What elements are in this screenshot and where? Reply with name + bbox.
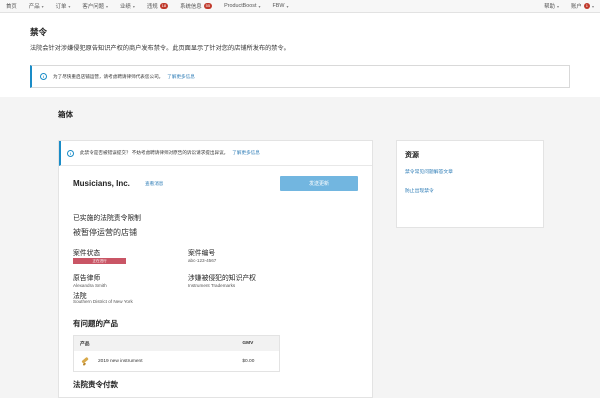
nav-item-performance[interactable]: 业绩 ▾ xyxy=(114,2,141,11)
learn-more-link[interactable]: 了解更多信息 xyxy=(232,150,260,156)
count-badge: 1 xyxy=(583,3,590,9)
lightbulb-icon: i xyxy=(67,149,74,157)
chevron-down-icon: ▾ xyxy=(68,3,71,9)
case-status-label: 案件状态 xyxy=(73,250,101,257)
nav-label: 客户问题 xyxy=(82,4,104,10)
count-badge: 18 xyxy=(159,3,169,9)
page-title: 禁令 xyxy=(30,27,48,37)
lawyer-alert: i 为了尽快重启店铺运营，请考虑聘请律师代表您公司。 了解更多信息 xyxy=(30,65,570,88)
case-number-label: 案件编号 xyxy=(188,250,216,257)
injunction-card: i 此禁令是否被错误提交？ 不妨考虑聘请律师对原告的诉讼请求提出异议。 了解更多… xyxy=(58,140,373,398)
plaintiff-lawyer-label: 原告律师 xyxy=(73,275,101,282)
page-header: 禁令 法院会针对涉嫌侵犯原告知识产权的商户发布禁令。此页面显示了针对您的店铺所发… xyxy=(0,13,600,97)
prevent-injunction-link[interactable]: 防止出现禁令 xyxy=(405,187,434,194)
table-header: 产品 GMV xyxy=(74,336,279,351)
product-cell: 2019 new instrument xyxy=(74,356,242,366)
alert-text: 为了尽快重启店铺运营，请考虑聘请律师代表您公司。 xyxy=(53,73,164,79)
ip-label: 涉嫌被侵犯的知识产权 xyxy=(188,275,256,282)
faq-link[interactable]: 禁令常见问题解答文章 xyxy=(405,168,453,175)
chevron-down-icon: ▾ xyxy=(132,3,135,9)
chevron-down-icon: ▾ xyxy=(106,3,109,9)
nav-right: 帮助 ▾ 账户 1 ▾ xyxy=(538,2,600,10)
chevron-down-icon: ▾ xyxy=(41,3,44,9)
nav-item-help[interactable]: 帮助 ▾ xyxy=(538,2,565,11)
send-update-button[interactable]: 发送更新 xyxy=(280,176,358,191)
nav-item-productboost[interactable]: ProductBoost ▾ xyxy=(218,3,266,9)
products-heading: 有问题的产品 xyxy=(73,319,118,328)
case-number-value: abc-123-4567 xyxy=(188,258,217,263)
nav-label: FBW xyxy=(272,3,285,9)
chevron-down-icon: ▾ xyxy=(286,3,289,9)
nav-label: ProductBoost xyxy=(224,3,257,9)
learn-more-link[interactable]: 了解更多信息 xyxy=(167,74,195,80)
nav-item-orders[interactable]: 订单 ▾ xyxy=(50,2,77,11)
dispute-alert: i 此禁令是否被错误提交？ 不妨考虑聘请律师对原告的诉讼请求提出异议。 了解更多… xyxy=(59,141,372,166)
nav-item-products[interactable]: 产品 ▾ xyxy=(23,2,50,11)
nav-label: 产品 xyxy=(28,4,40,10)
alert-text: 此禁令是否被错误提交？ 不妨考虑聘请律师对原告的诉讼请求提出异议。 xyxy=(80,150,229,155)
section-title: 箱体 xyxy=(58,110,73,119)
nav-label: 订单 xyxy=(55,4,67,10)
count-badge: 55 xyxy=(203,3,213,9)
table-row[interactable]: 2019 new instrument $0.00 xyxy=(74,351,279,371)
nav-item-fbw[interactable]: FBW ▾ xyxy=(267,3,295,9)
chevron-down-icon: ▾ xyxy=(591,3,594,9)
instrument-thumbnail-icon xyxy=(80,356,90,366)
restrictions-value: 被暂停运营的店铺 xyxy=(73,228,137,237)
restrictions-heading: 已实施的法院责令限制 xyxy=(73,215,141,222)
nav-label: 业绩 xyxy=(120,4,131,10)
column-header-gmv: GMV xyxy=(242,341,254,346)
nav-label: 系统信息 xyxy=(180,4,202,10)
plaintiff-lawyer-value: Alexandra Smith xyxy=(73,283,107,288)
lightbulb-icon: i xyxy=(40,73,47,80)
nav-item-home[interactable]: 首页 xyxy=(0,2,23,10)
nav-label: 账户 xyxy=(570,4,582,10)
page-description: 法院会针对涉嫌侵犯原告知识产权的商户发布禁令。此页面显示了针对您的店铺所发布的禁… xyxy=(30,45,290,52)
view-messages-link[interactable]: 查看消息 xyxy=(145,181,163,187)
resources-title: 资源 xyxy=(405,152,419,159)
nav-item-system-messages[interactable]: 系统信息 55 xyxy=(174,2,218,10)
court-value: Southern District of New York xyxy=(73,299,133,304)
products-table: 产品 GMV 2019 new instrument $0.00 xyxy=(73,335,280,372)
nav-item-account[interactable]: 账户 1 ▾ xyxy=(565,2,600,10)
chevron-down-icon: ▾ xyxy=(556,3,559,9)
nav-item-customer-issues[interactable]: 客户问题 ▾ xyxy=(76,2,114,11)
nav-label: 首页 xyxy=(6,4,17,10)
status-badge: 正在进行 xyxy=(73,258,126,264)
top-nav: 首页 产品 ▾ 订单 ▾ 客户问题 ▾ 业绩 ▾ 违规 18 系统信息 55 Product… xyxy=(0,0,600,13)
resources-card: 资源 禁令常见问题解答文章 防止出现禁令 xyxy=(396,140,544,228)
product-name: 2019 new instrument xyxy=(98,358,143,364)
gmv-value: $0.00 xyxy=(242,358,255,364)
store-name: Musicians, Inc. xyxy=(73,179,130,188)
ip-value: Instrument Trademarks xyxy=(188,283,236,288)
nav-label: 违规 xyxy=(146,4,158,10)
chevron-down-icon: ▾ xyxy=(258,3,261,9)
payments-heading: 法院责令付款 xyxy=(73,380,118,389)
nav-item-violations[interactable]: 违规 18 xyxy=(141,2,174,10)
nav-label: 帮助 xyxy=(544,4,555,10)
column-header-product: 产品 xyxy=(80,342,90,347)
